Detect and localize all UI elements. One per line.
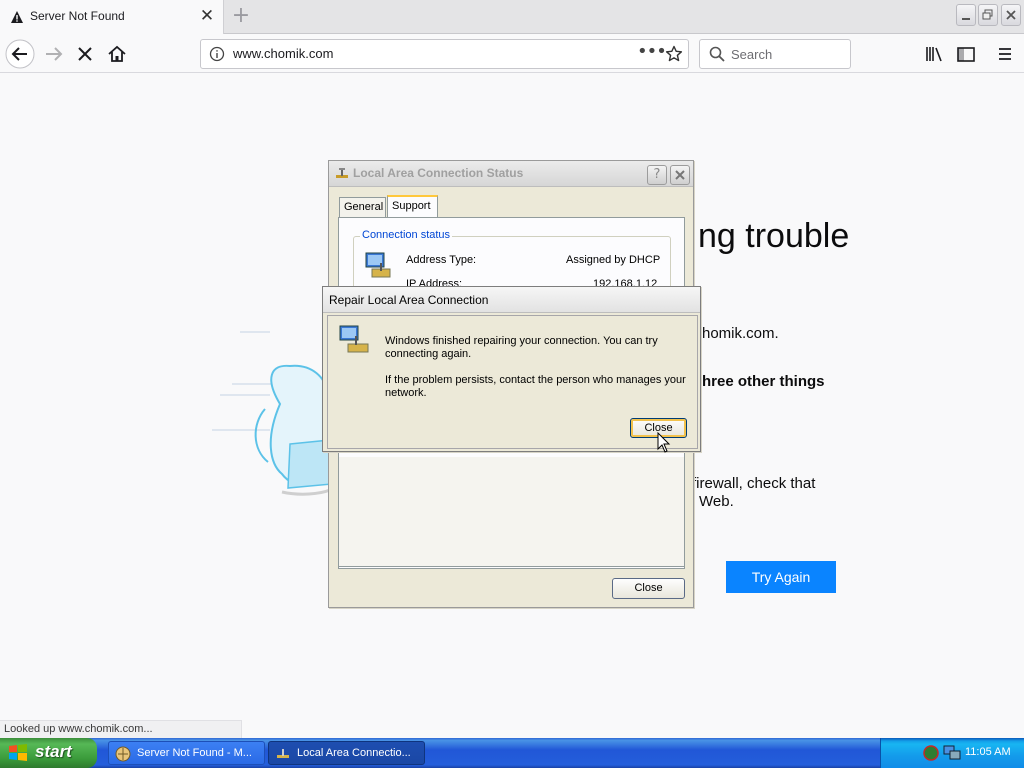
repair-network-icon — [339, 325, 369, 353]
restore-button[interactable] — [978, 4, 998, 26]
url-text[interactable]: www.chomik.com — [233, 46, 333, 61]
new-tab-button[interactable]: + — [230, 5, 252, 27]
network-icon — [277, 749, 289, 758]
repair-dialog: Repair Local Area Connection Windows fin… — [322, 286, 701, 452]
start-button[interactable]: start — [0, 738, 97, 768]
library-button[interactable] — [918, 38, 950, 70]
forward-button[interactable] — [38, 38, 70, 70]
lac-close-x-button[interactable] — [670, 165, 690, 185]
home-button[interactable] — [101, 38, 133, 70]
address-type-label: Address Type: — [406, 254, 477, 266]
menu-button[interactable] — [989, 38, 1021, 70]
tab-title: Server Not Found — [30, 9, 125, 23]
info-icon[interactable] — [209, 46, 225, 62]
system-tray: 11:05 AM — [880, 738, 1024, 768]
hamburger-menu-icon — [999, 48, 1011, 60]
stop-icon — [78, 47, 92, 61]
connection-status-label: Connection status — [360, 229, 453, 241]
search-placeholder: Search — [731, 47, 773, 62]
minimize-icon — [962, 18, 970, 20]
lac-title: Local Area Connection Status — [353, 166, 524, 180]
close-tab-icon[interactable]: ✕ — [199, 8, 215, 25]
network-icon — [336, 168, 348, 178]
clock: 11:05 AM — [965, 746, 1011, 758]
error-illustration — [212, 331, 333, 496]
lac-titlebar[interactable]: Local Area Connection Status ? — [329, 161, 693, 187]
restore-icon — [982, 9, 993, 20]
minimize-button[interactable] — [956, 4, 976, 26]
close-icon — [675, 170, 685, 180]
page-line-3b: Web. — [699, 493, 734, 510]
try-again-button[interactable]: Try Again — [726, 561, 836, 593]
url-bar[interactable]: www.chomik.com ••• — [200, 39, 689, 69]
security-center-icon[interactable] — [923, 745, 939, 761]
forward-arrow-icon — [46, 47, 63, 61]
status-bar: Looked up www.chomik.com... — [0, 720, 242, 738]
taskbar: start Server Not Found - M... Local Area… — [0, 738, 1024, 768]
browser-icon — [115, 746, 131, 762]
library-icon — [926, 47, 942, 62]
search-icon — [709, 46, 725, 62]
tab-support[interactable]: Support — [387, 195, 438, 217]
page-line-3a: firewall, check that — [692, 475, 816, 492]
lac-panel-lower — [338, 457, 685, 567]
back-arrow-icon — [5, 39, 35, 69]
start-label: start — [35, 742, 72, 761]
back-button[interactable] — [4, 38, 36, 70]
connection-computer-icon — [365, 252, 391, 278]
taskbar-item-browser-label: Server Not Found - M... — [137, 747, 252, 759]
taskbar-item-lac[interactable]: Local Area Connectio... — [268, 741, 425, 765]
help-button[interactable]: ? — [647, 165, 667, 185]
page-heading: ng trouble — [698, 217, 850, 255]
taskbar-item-lac-label: Local Area Connectio... — [297, 747, 411, 759]
sidebar-button[interactable] — [950, 38, 982, 70]
repair-titlebar[interactable]: Repair Local Area Connection — [323, 287, 700, 313]
close-window-button[interactable] — [1001, 4, 1021, 26]
windows-flag-icon — [9, 744, 27, 761]
taskbar-item-browser[interactable]: Server Not Found - M... — [108, 741, 265, 765]
mouse-cursor-icon — [657, 432, 671, 453]
bookmark-star-icon[interactable] — [665, 45, 683, 63]
repair-message-1: Windows finished repairing your connecti… — [385, 335, 658, 360]
stop-button[interactable] — [69, 38, 101, 70]
close-icon — [1006, 10, 1016, 20]
search-bar[interactable]: Search — [699, 39, 851, 69]
nav-toolbar: www.chomik.com ••• Search — [0, 35, 1024, 73]
address-type-value: Assigned by DHCP — [566, 254, 661, 266]
repair-message-2: If the problem persists, contact the per… — [385, 374, 686, 399]
repair-title: Repair Local Area Connection — [329, 293, 489, 307]
repair-body: Windows finished repairing your connecti… — [327, 315, 698, 449]
page-line-2: hree other things — [702, 373, 825, 390]
network-status-icon[interactable] — [943, 745, 961, 761]
warning-icon — [11, 11, 23, 23]
tab-general[interactable]: General — [339, 197, 386, 217]
browser-tab[interactable]: Server Not Found ✕ — [0, 0, 224, 34]
page-line-1: homik.com. — [702, 325, 779, 342]
lac-close-button[interactable]: Close — [612, 578, 685, 599]
page-actions-icon[interactable]: ••• — [637, 41, 667, 62]
tab-strip: Server Not Found ✕ + — [0, 0, 1024, 34]
home-icon — [108, 45, 126, 62]
sidebar-icon — [957, 47, 975, 62]
